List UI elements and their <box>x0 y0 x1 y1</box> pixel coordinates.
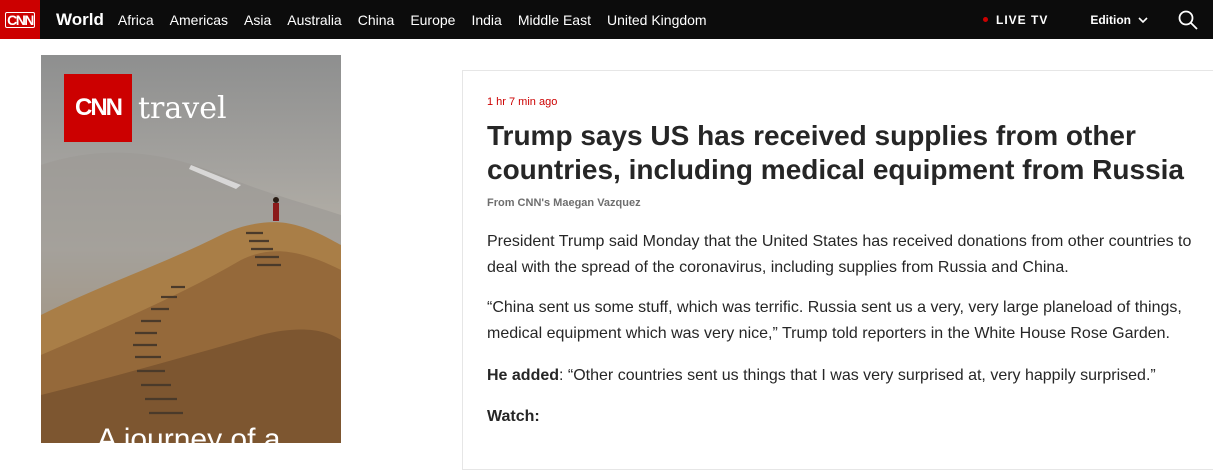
edition-label: Edition <box>1090 12 1131 27</box>
cnn-travel-brand: CNN travel <box>64 74 227 142</box>
nav-link-india[interactable]: India <box>471 12 501 28</box>
live-dot-icon <box>982 17 988 22</box>
section-title[interactable]: World <box>56 10 104 30</box>
nav-link-middle-east[interactable]: Middle East <box>518 12 591 28</box>
top-nav: CNN World Africa Americas Asia Australia… <box>0 0 1213 39</box>
paragraph-3-lead: He added <box>487 367 560 384</box>
paragraph-2: “China sent us some stuff, which was ter… <box>487 295 1213 347</box>
live-update-card: 1 hr 7 min ago Trump says US has receive… <box>462 70 1213 470</box>
paragraph-1-line-2: deal with the spread of the coronavirus,… <box>487 259 1069 276</box>
search-icon[interactable] <box>1177 9 1199 31</box>
ad-travel-label: travel <box>138 90 227 126</box>
nav-link-china[interactable]: China <box>358 12 395 28</box>
paragraph-2-line-1: “China sent us some stuff, which was ter… <box>487 299 1182 316</box>
watch-label: Watch: <box>487 408 540 425</box>
paragraph-1-line-1: President Trump said Monday that the Uni… <box>487 233 1192 250</box>
nav-link-australia[interactable]: Australia <box>287 12 341 28</box>
post-headline: Trump says US has received supplies from… <box>487 120 1185 185</box>
paragraph-2-line-2: medical equipment which was very nice,” … <box>487 325 1170 342</box>
nav-link-africa[interactable]: Africa <box>118 12 154 28</box>
ad-cnn-logo: CNN <box>64 74 132 142</box>
nav-link-americas[interactable]: Americas <box>170 12 228 28</box>
ad-tagline: A journey of a <box>97 423 281 443</box>
nav-link-asia[interactable]: Asia <box>244 12 271 28</box>
paragraph-3: He added: “Other countries sent us thing… <box>487 363 1213 389</box>
post-byline: From CNN's Maegan Vazquez <box>487 197 641 209</box>
chevron-down-icon <box>1138 16 1148 23</box>
travel-ad[interactable]: CNN travel A journey of a <box>41 55 341 443</box>
live-tv-label: LIVE TV <box>995 12 1049 27</box>
edition-menu[interactable]: Edition <box>1090 13 1149 27</box>
paragraph-1: President Trump said Monday that the Uni… <box>487 229 1213 281</box>
live-tv-link[interactable]: LIVE TV <box>982 12 1049 27</box>
nav-link-united-kingdom[interactable]: United Kingdom <box>607 12 707 28</box>
post-timestamp[interactable]: 1 hr 7 min ago <box>487 96 557 108</box>
paragraph-3-text: : “Other countries sent us things that I… <box>559 367 1156 384</box>
cnn-logo[interactable]: CNN <box>0 0 40 39</box>
nav-link-europe[interactable]: Europe <box>410 12 455 28</box>
